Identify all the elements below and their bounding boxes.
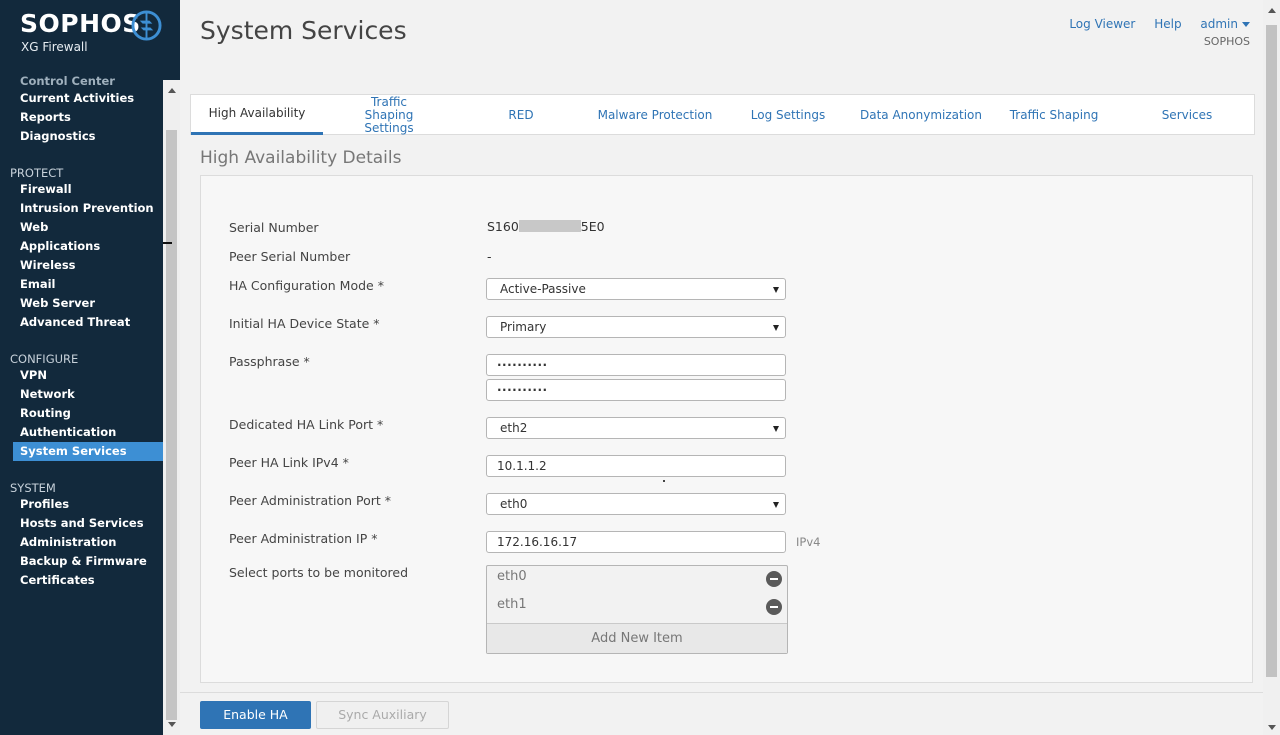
sidebar-section-protect: PROTECT (10, 166, 64, 180)
ha-mode-label: HA Configuration Mode * (229, 278, 384, 293)
sidebar-scrollbar-thumb[interactable] (166, 130, 177, 720)
list-item: eth1 (497, 597, 527, 612)
monitored-ports-list: eth0 eth1 Add New Item (486, 565, 788, 654)
sidebar-item-profiles[interactable]: Profiles (13, 495, 163, 514)
sidebar-section-system: SYSTEM (10, 481, 56, 495)
sidebar-section-configure: CONFIGURE (10, 352, 79, 366)
tab-bar: High Availability Traffic Shaping Settin… (190, 94, 1255, 135)
scroll-up-icon[interactable] (168, 88, 176, 93)
sidebar-item-firewall[interactable]: Firewall (13, 180, 163, 199)
peer-admin-ip-label: Peer Administration IP * (229, 531, 378, 546)
tab-red[interactable]: RED (455, 95, 587, 135)
sidebar-item-diagnostics[interactable]: Diagnostics (13, 127, 163, 146)
link-port-select[interactable]: eth2 (486, 417, 786, 439)
peer-link-ip-input[interactable]: 10.1.1.2 (486, 455, 786, 477)
sidebar-scrollbar[interactable] (163, 80, 180, 735)
serial-number-value: S160 5E0 (487, 219, 605, 234)
brand: SOPHOS XG Firewall (0, 0, 180, 70)
sidebar-item-certificates[interactable]: Certificates (13, 571, 163, 590)
sidebar-item-web[interactable]: Web (13, 218, 163, 237)
sync-auxiliary-button[interactable]: Sync Auxiliary (316, 701, 449, 729)
remove-icon[interactable] (766, 599, 782, 615)
main-scrollbar[interactable] (1263, 0, 1280, 735)
monitor-ports-label: Select ports to be monitored (229, 565, 409, 580)
globe-icon (131, 10, 162, 41)
caret-down-icon (1242, 22, 1250, 27)
sidebar-item-backup-firmware[interactable]: Backup & Firmware (13, 552, 163, 571)
tab-traffic-shaping[interactable]: Traffic Shaping (989, 95, 1119, 135)
peer-serial-number-label: Peer Serial Number (229, 249, 351, 264)
sidebar-item-web-server[interactable]: Web Server (13, 294, 163, 313)
serial-prefix: S160 (487, 219, 519, 234)
main-scrollbar-thumb[interactable] (1266, 25, 1277, 677)
list-item: eth0 (497, 569, 527, 584)
remove-icon[interactable] (766, 571, 782, 587)
sidebar-item-network[interactable]: Network (13, 385, 163, 404)
user-name: admin (1200, 17, 1238, 31)
sidebar-item-hosts-and-services[interactable]: Hosts and Services (13, 514, 163, 533)
sidebar-item-current-activities[interactable]: Current Activities (13, 89, 163, 108)
sidebar-nav: Control Center Current Activities Report… (0, 70, 163, 735)
sidebar-item-reports[interactable]: Reports (13, 108, 163, 127)
product-name: XG Firewall (21, 40, 88, 54)
sidebar-item-routing[interactable]: Routing (13, 404, 163, 423)
passphrase-label: Passphrase * (229, 354, 310, 369)
sidebar-item-system-services[interactable]: System Services (13, 442, 163, 461)
passphrase-input[interactable]: ·········· (486, 354, 786, 376)
add-new-item-button[interactable]: Add New Item (487, 623, 787, 653)
log-viewer-link[interactable]: Log Viewer (1069, 17, 1135, 31)
scroll-up-icon[interactable] (1268, 8, 1276, 13)
page-title: System Services (200, 16, 407, 45)
serial-suffix: 5E0 (580, 219, 605, 234)
section-title: High Availability Details (200, 148, 402, 168)
peer-serial-number-value: - (487, 249, 492, 264)
initial-state-label: Initial HA Device State * (229, 316, 380, 331)
tab-malware-protection[interactable]: Malware Protection (587, 95, 723, 135)
tab-high-availability[interactable]: High Availability (191, 95, 323, 135)
tab-traffic-shaping-settings[interactable]: Traffic Shaping Settings (323, 95, 455, 135)
sidebar-item-advanced-threat[interactable]: Advanced Threat (13, 313, 163, 332)
tab-data-anonymization[interactable]: Data Anonymization (853, 95, 989, 135)
scroll-down-icon[interactable] (168, 722, 176, 727)
header-links: Log Viewer Help admin (1054, 17, 1250, 31)
organization-name: SOPHOS (1203, 35, 1250, 48)
sidebar-item-vpn[interactable]: VPN (13, 366, 163, 385)
sidebar: SOPHOS XG Firewall Control Center Curren… (0, 0, 180, 735)
tab-log-settings[interactable]: Log Settings (723, 95, 853, 135)
peer-link-ip-label: Peer HA Link IPv4 * (229, 455, 349, 470)
sidebar-item-intrusion-prevention[interactable]: Intrusion Prevention (13, 199, 163, 218)
sidebar-resize-handle[interactable] (163, 242, 172, 244)
sidebar-item-applications[interactable]: Applications (13, 237, 163, 256)
passphrase-confirm-input[interactable]: ·········· (486, 379, 786, 401)
help-link[interactable]: Help (1154, 17, 1181, 31)
peer-admin-port-select[interactable]: eth0 (486, 493, 786, 515)
brand-logo-text: SOPHOS (20, 9, 141, 38)
sidebar-item-email[interactable]: Email (13, 275, 163, 294)
sidebar-item-authentication[interactable]: Authentication (13, 423, 163, 442)
ip-type-label: IPv4 (796, 535, 821, 549)
ha-mode-select[interactable]: Active-Passive (486, 278, 786, 300)
scroll-down-icon[interactable] (1268, 725, 1276, 730)
cursor-dot (663, 480, 665, 482)
user-menu[interactable]: admin (1200, 17, 1250, 31)
tab-services[interactable]: Services (1119, 95, 1255, 135)
serial-redaction (518, 220, 581, 232)
enable-ha-button[interactable]: Enable HA (200, 701, 311, 729)
initial-state-select[interactable]: Primary (486, 316, 786, 338)
link-port-label: Dedicated HA Link Port * (229, 417, 384, 432)
sidebar-item-administration[interactable]: Administration (13, 533, 163, 552)
peer-admin-ip-input[interactable]: 172.16.16.17 (486, 531, 786, 553)
peer-admin-port-label: Peer Administration Port * (229, 493, 392, 508)
sidebar-item-wireless[interactable]: Wireless (13, 256, 163, 275)
serial-number-label: Serial Number (229, 220, 319, 235)
